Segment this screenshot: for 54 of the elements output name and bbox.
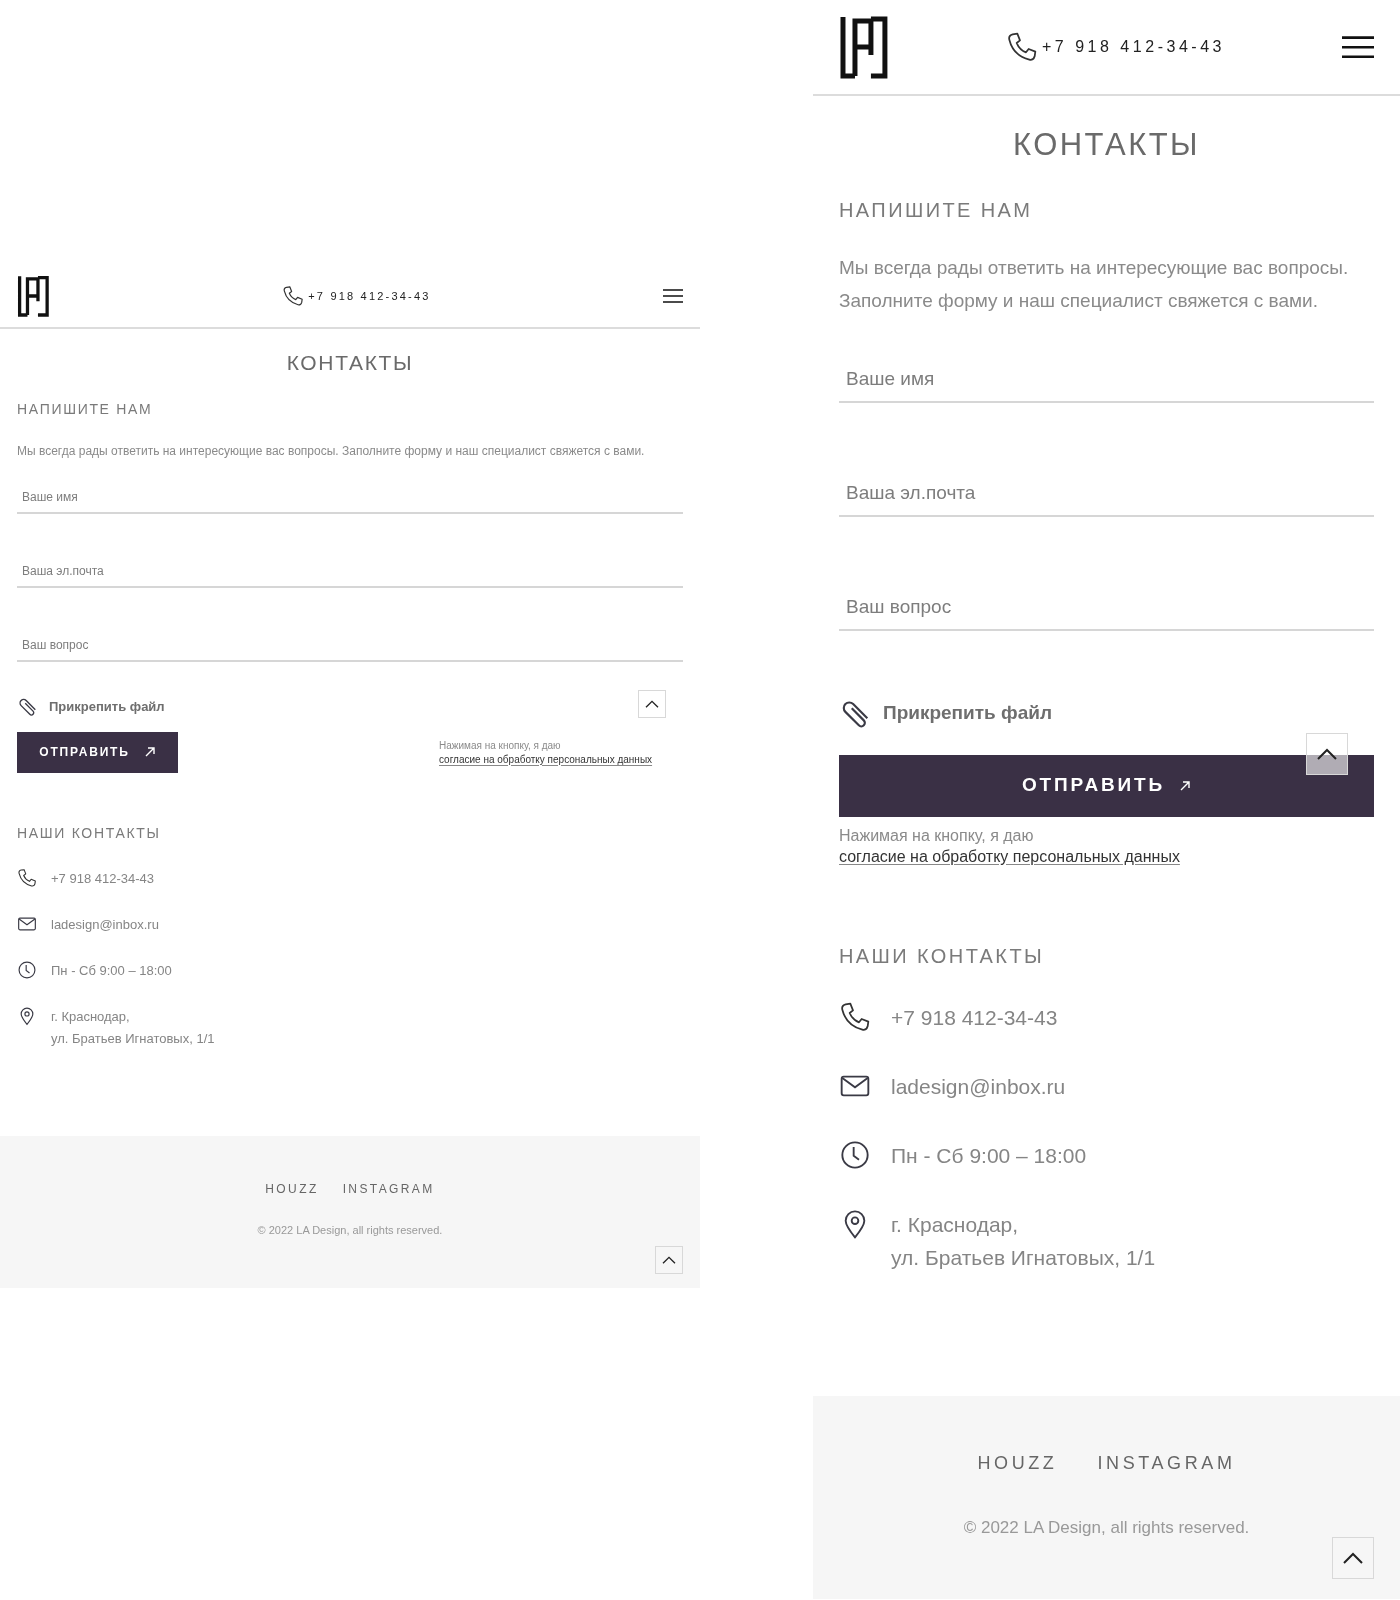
footer-link[interactable]: HOUZZ (265, 1179, 319, 1198)
form-heading: НАПИШИТЕ НАМ (17, 399, 154, 419)
phone-icon (282, 285, 305, 307)
arrow-up-right-icon (1179, 779, 1192, 792)
contacts-heading: НАШИ КОНТАКТЫ (17, 823, 162, 843)
consent-link[interactable]: согласие на обработку персональных данных (839, 847, 1180, 865)
header-phone-link[interactable]: +7 918 412-34-43 (1041, 35, 1225, 59)
phone-icon (839, 1000, 871, 1033)
footer-link[interactable]: HOUZZ (977, 1449, 1058, 1477)
contact-text: ladesign@inbox.ru (51, 915, 159, 934)
footer-link[interactable]: INSTAGRAM (1097, 1449, 1236, 1477)
contact-text: г. Краснодар, ул. Братьев Игнатовых, 1/1 (51, 1007, 215, 1048)
phone-icon (1005, 31, 1038, 63)
scroll-to-top-button[interactable] (1306, 732, 1348, 775)
scroll-to-top-button[interactable] (638, 689, 666, 718)
contact-text: г. Краснодар, ул. Братьев Игнатовых, 1/1 (891, 1211, 1156, 1271)
logo-icon[interactable] (17, 275, 50, 317)
clock-icon (17, 959, 37, 980)
copyright-text: © 2022 LA Design, all rights reserved. (257, 1222, 443, 1238)
consent-text: Нажимая на кнопку, я даю согласие на обработку персональных данных (839, 825, 1181, 867)
form-heading: НАПИШИТЕ НАМ (839, 197, 1034, 223)
form-intro: Мы всегда рады ответить на интересующие вас вопросы. Заполните форму и наш специалист свяжется с вами. (839, 255, 1350, 313)
consent-text: Нажимая на кнопку, я даю согласие на обработку персональных данных (439, 738, 654, 767)
submit-button[interactable]: ОТПРАВИТЬ (17, 731, 178, 773)
scroll-to-top-button[interactable] (1332, 1536, 1374, 1579)
contact-text: ladesign@inbox.ru (891, 1073, 1066, 1100)
page-title: КОНТАКТЫ (1011, 126, 1202, 164)
input-field[interactable]: Ваш вопрос (839, 584, 1374, 631)
consent-link[interactable]: согласие на обработку персональных данных (439, 753, 653, 765)
contact-text: +7 918 412-34-43 (891, 1004, 1058, 1031)
input-field[interactable]: Ваша эл.почта (839, 470, 1374, 517)
input-field[interactable]: Ваша эл.почта (17, 555, 683, 588)
phone-icon (17, 867, 37, 888)
header-phone-link[interactable]: +7 918 412-34-43 (308, 287, 431, 305)
submit-button[interactable]: ОТПРАВИТЬ (839, 754, 1374, 817)
contact-text: Пн - Сб 9:00 – 18:00 (51, 961, 172, 980)
contacts-heading: НАШИ КОНТАКТЫ (839, 943, 1046, 969)
arrow-up-right-icon (143, 746, 156, 758)
form-intro: Мы всегда рады ответить на интересующие вас вопросы. Заполните форму и наш специалист свяжется с вами. (17, 442, 646, 460)
contact-text: +7 918 412-34-43 (51, 869, 154, 888)
page-title: КОНТАКТЫ (285, 350, 415, 376)
input-field[interactable]: Ваше имя (17, 481, 683, 514)
footer-link[interactable]: INSTAGRAM (342, 1179, 435, 1198)
menu-icon[interactable] (663, 289, 683, 303)
clock-icon (839, 1138, 871, 1171)
attach-file-button[interactable]: Прикрепить файл (883, 699, 1052, 728)
scroll-to-top-button[interactable] (655, 1245, 683, 1274)
input-field[interactable]: Ваш вопрос (17, 629, 683, 662)
attach-file-button[interactable]: Прикрепить файл (49, 696, 165, 717)
copyright-text: © 2022 LA Design, all rights reserved. (963, 1516, 1250, 1539)
logo-icon[interactable] (839, 15, 889, 79)
contact-text: Пн - Сб 9:00 – 18:00 (891, 1142, 1087, 1169)
menu-icon[interactable] (1342, 35, 1374, 59)
input-field[interactable]: Ваше имя (839, 356, 1374, 403)
